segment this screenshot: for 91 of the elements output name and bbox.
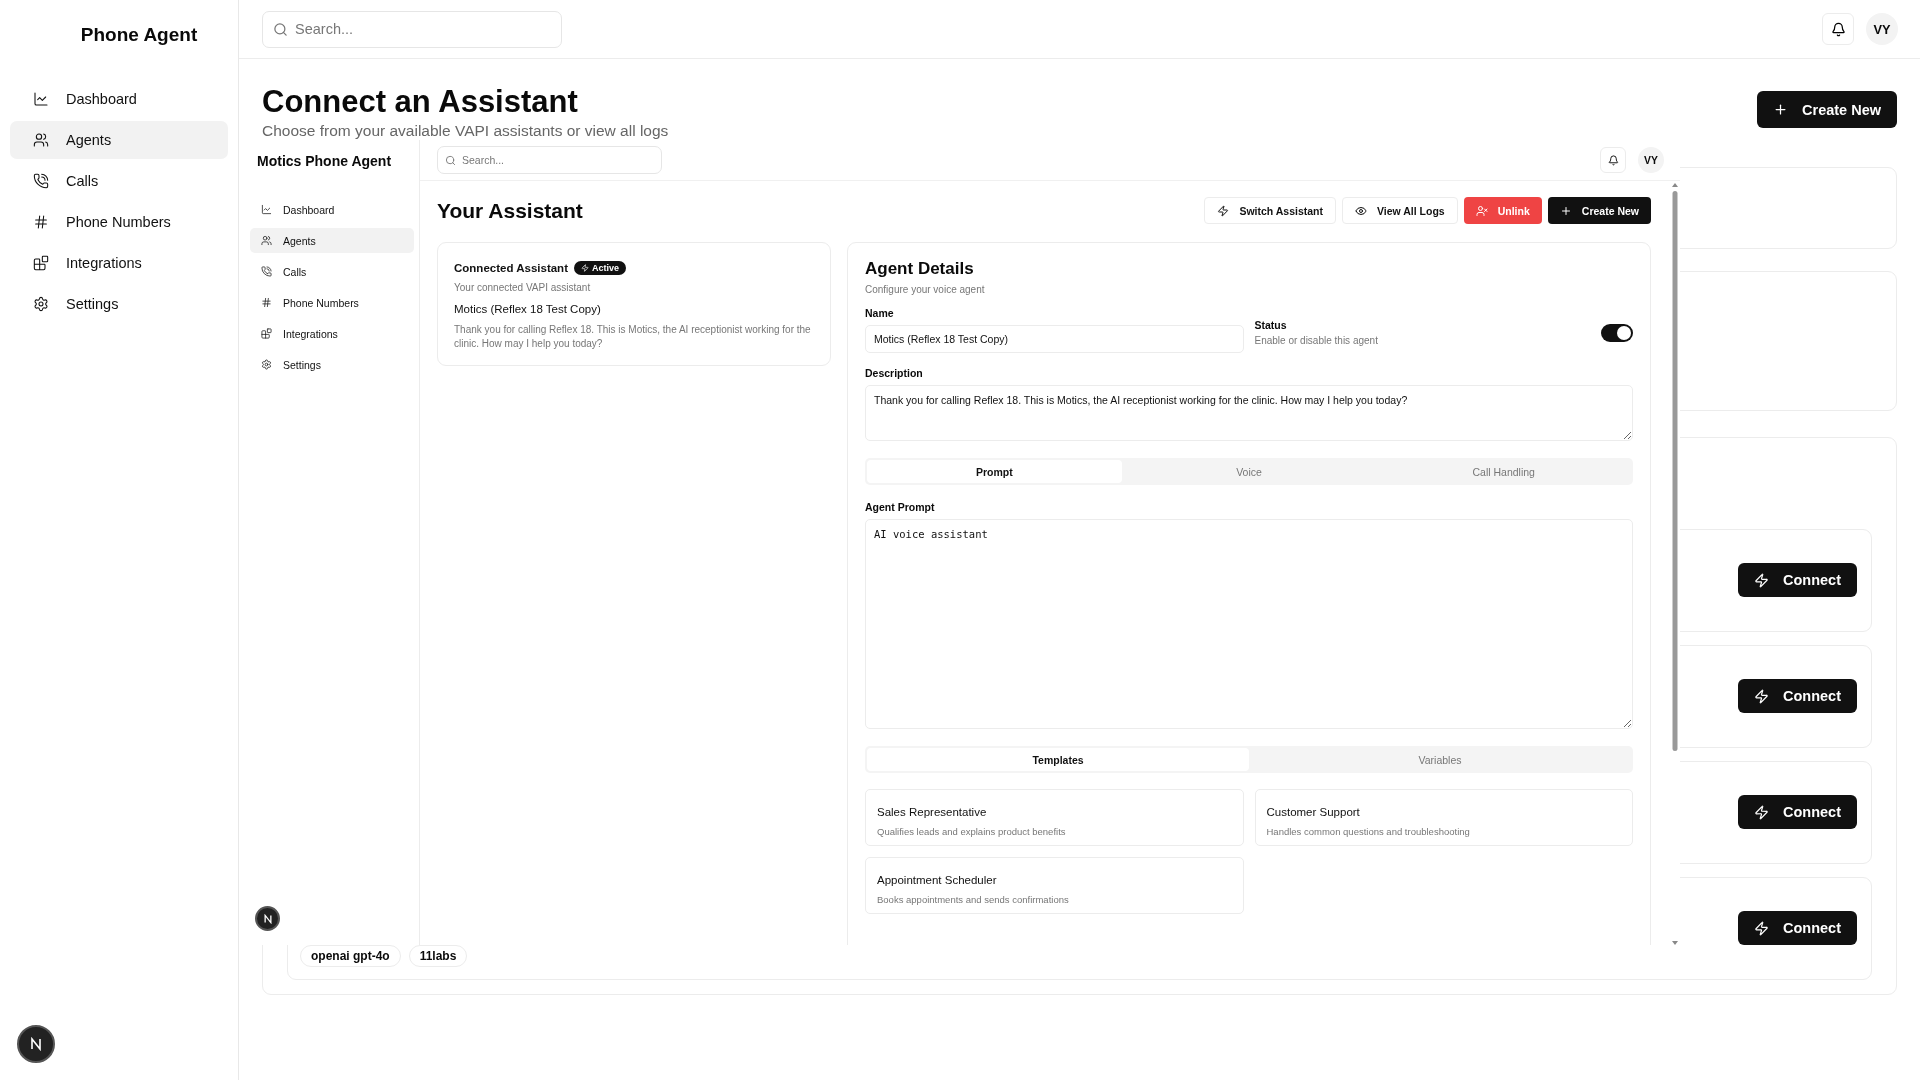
user-avatar[interactable]: VY xyxy=(1866,13,1898,45)
nav-item[interactable]: Phone Numbers xyxy=(10,203,228,241)
nav-item[interactable]: Calls xyxy=(250,259,414,284)
nav-item[interactable]: Integrations xyxy=(10,244,228,282)
tab[interactable]: Voice xyxy=(1121,460,1377,483)
search-icon xyxy=(273,21,288,37)
settings-icon xyxy=(33,296,49,312)
card-subtitle: Your connected VAPI assistant xyxy=(454,281,592,295)
chart-icon xyxy=(33,91,49,107)
chart-icon xyxy=(261,204,272,215)
nav-item[interactable]: Phone Numbers xyxy=(250,290,414,315)
card-subtitle: Configure your voice agent xyxy=(865,283,986,297)
plus-icon xyxy=(1773,102,1788,117)
lightning-icon xyxy=(1217,204,1230,217)
connect-button[interactable]: Connect xyxy=(1738,563,1857,598)
template-title: Customer Support xyxy=(1266,806,1360,818)
name-input[interactable]: Motics (Reflex 18 Test Copy) xyxy=(865,325,1244,353)
action-button[interactable]: Switch Assistant xyxy=(1204,197,1336,224)
notifications-button[interactable] xyxy=(1822,13,1854,45)
eye-icon xyxy=(1355,204,1367,217)
card-title: Connected Assistant xyxy=(454,262,568,274)
template-card[interactable]: Appointment Scheduler Books appointments and sends confirmations xyxy=(865,857,1244,914)
app-title: Phone Agent xyxy=(79,23,199,47)
blocks-icon xyxy=(261,328,272,339)
template-title: Appointment Scheduler xyxy=(877,874,997,886)
section-title: Your Assistant xyxy=(437,198,583,223)
hash-icon xyxy=(261,297,272,308)
prompt-textarea[interactable]: AI voice assistant xyxy=(865,519,1633,729)
field-label: Agent Prompt xyxy=(865,501,936,513)
phone-icon xyxy=(33,173,49,189)
hash-icon xyxy=(33,214,49,230)
user-x-icon xyxy=(1475,204,1488,217)
settings-icon xyxy=(261,359,272,370)
nav-item[interactable]: Agents xyxy=(10,121,228,159)
template-description: Qualifies leads and explains product benefits xyxy=(877,825,1067,839)
nav-item[interactable]: Dashboard xyxy=(250,197,414,222)
plus-icon xyxy=(1559,204,1572,217)
nav-item[interactable]: Settings xyxy=(250,352,414,377)
assistant-name: Motics (Reflex 18 Test Copy) xyxy=(454,303,602,315)
assistant-description: Thank you for calling Reflex 18. This is Motics, the AI receptionist working for the clinic. How may I help you today? xyxy=(454,323,812,351)
lightning-icon xyxy=(1754,920,1769,936)
search-field[interactable]: Search... xyxy=(437,146,662,174)
tab[interactable]: Templates xyxy=(867,748,1249,771)
lightning-icon xyxy=(1754,688,1769,704)
connect-button[interactable]: Connect xyxy=(1738,679,1857,714)
status-badge: Active xyxy=(573,261,626,275)
action-button[interactable]: Create New xyxy=(1547,197,1651,224)
users-icon xyxy=(261,235,272,246)
user-avatar[interactable]: VY xyxy=(1638,147,1664,173)
field-label: Description xyxy=(865,367,924,379)
lightning-icon xyxy=(580,264,589,272)
description-textarea[interactable]: Thank you for calling Reflex 18. This is Motics, the AI receptionist working for the clinic. How may I help you today? xyxy=(865,385,1633,441)
status-toggle[interactable] xyxy=(1601,324,1633,342)
template-description: Books appointments and sends confirmations xyxy=(877,893,1070,907)
app-title: Motics Phone Agent xyxy=(256,152,393,171)
lightning-icon xyxy=(1754,804,1769,820)
field-hint: Enable or disable this agent xyxy=(1254,333,1378,348)
lightning-icon xyxy=(1754,572,1769,588)
field-label: Name xyxy=(865,307,895,319)
blocks-icon xyxy=(33,255,49,271)
n-logo-icon[interactable] xyxy=(255,906,280,931)
n-logo-icon[interactable] xyxy=(17,1025,55,1063)
template-title: Sales Representative xyxy=(877,806,987,818)
nav-item[interactable]: Agents xyxy=(250,228,414,253)
nav-item[interactable]: Settings xyxy=(10,285,228,323)
template-description: Handles common questions and troubleshooting xyxy=(1266,825,1471,839)
field-label: Status xyxy=(1254,318,1288,331)
notifications-button[interactable] xyxy=(1600,147,1626,173)
nav-item[interactable]: Calls xyxy=(10,162,228,200)
card-title: Agent Details xyxy=(865,259,975,279)
connect-button[interactable]: Connect xyxy=(1738,795,1857,830)
bell-icon xyxy=(1607,154,1619,166)
template-card[interactable]: Sales Representative Qualifies leads and explains product benefits xyxy=(865,789,1244,846)
search-icon xyxy=(445,154,456,166)
nav-item[interactable]: Integrations xyxy=(250,321,414,346)
nav-item[interactable]: Dashboard xyxy=(10,80,228,118)
page-subtitle: Choose from your available VAPI assistants or view all logs xyxy=(262,121,669,140)
connect-button[interactable]: Connect xyxy=(1738,911,1857,946)
tab[interactable]: Prompt xyxy=(867,460,1122,483)
users-icon xyxy=(33,132,49,148)
scrollbar[interactable] xyxy=(1671,183,1679,945)
page-title: Connect an Assistant xyxy=(262,83,579,121)
tab[interactable]: Variables xyxy=(1249,748,1631,771)
action-button[interactable]: View All Logs xyxy=(1342,197,1458,224)
phone-icon xyxy=(261,266,272,277)
tab[interactable]: Call Handling xyxy=(1376,460,1631,483)
bell-icon xyxy=(1830,21,1846,37)
search-field[interactable]: Search... xyxy=(262,10,562,48)
action-button[interactable]: Unlink xyxy=(1463,197,1542,224)
template-card[interactable]: Customer Support Handles common questions and troubleshooting xyxy=(1254,789,1633,846)
create-new-button[interactable]: Create New xyxy=(1757,91,1897,128)
